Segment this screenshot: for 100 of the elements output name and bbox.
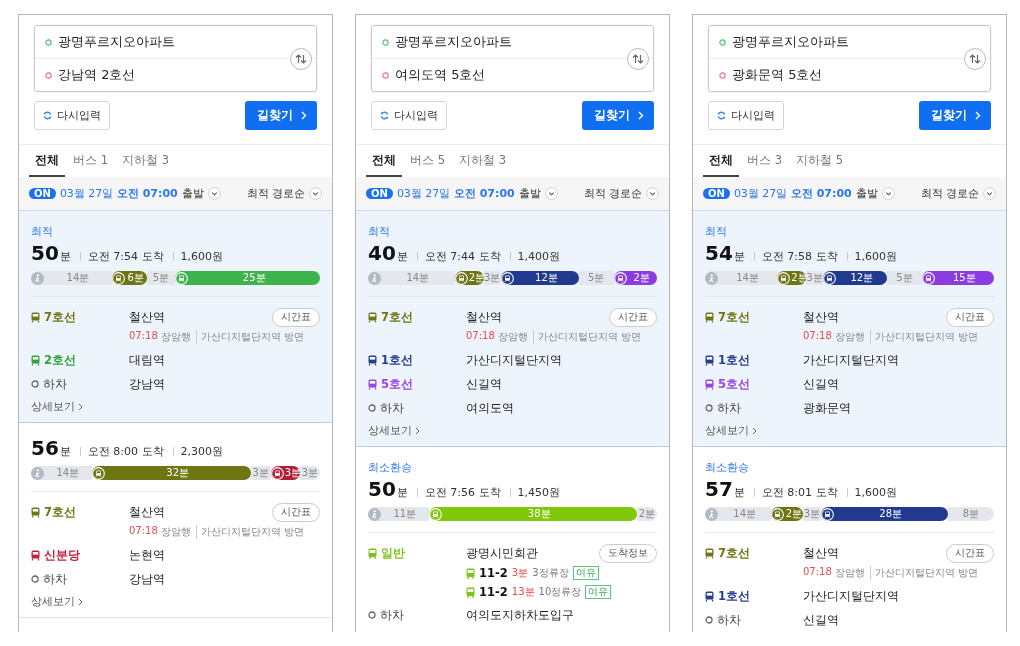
detail-link[interactable]: 상세보기 xyxy=(31,400,83,414)
detail-link[interactable]: 상세보기 xyxy=(368,424,420,438)
walking-person-icon xyxy=(368,271,381,285)
search-button[interactable]: 길찾기 xyxy=(919,101,991,130)
chevron-down-icon[interactable] xyxy=(881,187,895,200)
chevron-down-icon[interactable] xyxy=(983,187,996,200)
train-icon xyxy=(820,507,834,521)
route-card[interactable]: 최적 54 분 오전 7:58 도착 1,600원 14분 2분3분 12분 5분 15분 7호선 철산역 시간표 07:18 장암행 가산디지털단지역 방면 1호선 가산디지털단지역 5호선 신길역 하차 광화문역 상세보기 xyxy=(693,211,1006,447)
duration-label: 32분 xyxy=(165,466,190,480)
on-badge[interactable]: ON xyxy=(29,188,56,199)
tab[interactable]: 지하철 5 xyxy=(790,145,849,177)
departure-time: 07:18 xyxy=(803,566,832,579)
fare: 2,300원 xyxy=(172,447,224,456)
sort-label[interactable]: 최적 경로순 xyxy=(246,186,305,201)
departure-time[interactable]: 03월 27일 오전 07:00 xyxy=(733,186,852,201)
duration-label: 14분 xyxy=(65,271,91,285)
timetable-button[interactable]: 시간표 xyxy=(609,307,657,327)
duration-label: 3분 xyxy=(300,466,320,480)
tab[interactable]: 버스 5 xyxy=(404,145,451,177)
duration-label: 14분 xyxy=(55,466,81,480)
search-button[interactable]: 길찾기 xyxy=(245,101,317,130)
train-icon xyxy=(705,311,714,323)
origin-field[interactable]: 광명푸르지오아파트 xyxy=(395,33,512,51)
route-card[interactable]: 최소환승 50 분 오전 7:56 도착 1,450원 11분 38분 2분 일반 광명시민회관 도착정보 11-2 3분 3정류장 여유 11-2 13분 10정류장 여유 하차 여의도지하차도입구 xyxy=(356,447,669,632)
sort-label[interactable]: 최적 경로순 xyxy=(583,186,642,201)
swap-button[interactable] xyxy=(964,48,986,70)
fare: 1,600원 xyxy=(846,252,898,261)
swap-button[interactable] xyxy=(290,48,312,70)
departure-time[interactable]: 03월 27일 오전 07:00 xyxy=(396,186,515,201)
station-name: 신길역 xyxy=(466,376,502,392)
station-name: 가산디지털단지역 xyxy=(803,588,899,604)
departure-time[interactable]: 03월 27일 오전 07:00 xyxy=(59,186,178,201)
timetable-button[interactable]: 시간표 xyxy=(946,307,994,327)
route-card[interactable]: 최적 40 분 오전 7:44 도착 1,400원 14분 2분3분 12분 5분 2분 7호선 철산역 시간표 07:18 장암행 가산디지털단지역 방면 1호선 가산디지털단지역 5호선 신길역 하차 여의도역 상세보기 xyxy=(356,211,669,447)
arrival-time: 오전 7:44 도착 xyxy=(416,252,501,261)
train-icon xyxy=(823,271,837,285)
chevron-right-icon xyxy=(975,111,981,120)
line-label: 7호선 xyxy=(44,504,76,520)
train-icon xyxy=(31,311,40,323)
line-label: 7호선 xyxy=(381,309,413,325)
line-label: 7호선 xyxy=(44,309,76,325)
route-card[interactable]: 최적 50 분 오전 7:54 도착 1,600원 14분 6분 5분 25분 7호선 철산역 시간표 07:18 장암행 가산디지털단지역 방면 2호선 대림역 하차 강남역 상세보기 xyxy=(19,211,332,423)
detail-link[interactable]: 상세보기 xyxy=(31,595,83,609)
tab[interactable]: 지하철 3 xyxy=(453,145,512,177)
duration-value: 57 xyxy=(705,477,733,501)
route-card[interactable]: 56 분 오전 8:00 도착 2,300원 14분 32분 3분 3분3분 7호선 철산역 시간표 07:18 장암행 가산디지털단지역 방면 신분당 논현역 하차 강남역 상세보기 xyxy=(19,423,332,618)
train-icon xyxy=(613,271,627,285)
timetable-button[interactable]: 시간표 xyxy=(946,543,994,563)
route-card[interactable]: 최소환승 57 분 오전 8:01 도착 1,600원 14분 2분 3분 28분 8분 7호선 철산역 시간표 07:18 장암행 가산디지털단지역 방면 1호선 가산디지털단지역 하차 신길역 xyxy=(693,447,1006,632)
reset-button[interactable]: 다시입력 xyxy=(708,101,784,130)
duration-value: 56 xyxy=(31,436,59,460)
exit-label: 하차 xyxy=(380,400,404,416)
chevron-down-icon[interactable] xyxy=(544,187,558,200)
station-name: 여의도역 xyxy=(466,400,514,416)
route-tag: 최소환승 xyxy=(368,460,657,475)
search-button[interactable]: 길찾기 xyxy=(582,101,654,130)
stops-away: 10정류장 xyxy=(538,585,582,599)
on-badge[interactable]: ON xyxy=(366,188,393,199)
station-name: 철산역 xyxy=(466,309,502,325)
exit-label: 하차 xyxy=(717,400,741,416)
chevron-down-icon[interactable] xyxy=(646,187,659,200)
origin-dot-icon xyxy=(45,38,52,46)
timetable-button[interactable]: 시간표 xyxy=(272,502,320,522)
tab[interactable]: 버스 3 xyxy=(741,145,788,177)
duration-value: 50 xyxy=(31,241,59,265)
train-icon xyxy=(368,311,377,323)
line-label: 1호선 xyxy=(718,352,750,368)
duration-label: 12분 xyxy=(849,271,875,285)
detail-link[interactable]: 상세보기 xyxy=(705,424,757,438)
destination-field[interactable]: 광화문역 5호선 xyxy=(732,66,823,84)
bus-icon xyxy=(368,547,377,559)
exit-label: 하차 xyxy=(43,571,67,587)
duration-unit: 분 xyxy=(733,249,745,264)
train-icon xyxy=(428,507,442,521)
tab[interactable]: 지하철 3 xyxy=(116,145,175,177)
tab[interactable]: 버스 1 xyxy=(67,145,114,177)
circle-icon xyxy=(705,616,713,624)
sort-label[interactable]: 최적 경로순 xyxy=(920,186,979,201)
arrival-info-button[interactable]: 도착정보 xyxy=(599,543,657,563)
reset-button[interactable]: 다시입력 xyxy=(34,101,110,130)
on-badge[interactable]: ON xyxy=(703,188,730,199)
train-icon xyxy=(705,590,714,602)
destination-field[interactable]: 여의도역 5호선 xyxy=(395,66,486,84)
duration-unit: 분 xyxy=(59,444,71,459)
duration-label: 2분 xyxy=(467,271,486,285)
station-name: 철산역 xyxy=(129,309,165,325)
line-label: 1호선 xyxy=(718,588,750,604)
origin-field[interactable]: 광명푸르지오아파트 xyxy=(732,33,849,51)
destination-field[interactable]: 강남역 2호선 xyxy=(58,66,136,84)
crowding-badge: 여유 xyxy=(572,566,599,580)
reset-button[interactable]: 다시입력 xyxy=(371,101,447,130)
train-heading: 장암행 xyxy=(497,330,528,344)
fare: 1,450원 xyxy=(509,488,561,497)
origin-field[interactable]: 광명푸르지오아파트 xyxy=(58,33,175,51)
chevron-down-icon[interactable] xyxy=(309,187,322,200)
station-name: 논현역 xyxy=(129,547,165,563)
timetable-button[interactable]: 시간표 xyxy=(272,307,320,327)
line-label: 1호선 xyxy=(381,352,413,368)
swap-button[interactable] xyxy=(627,48,649,70)
chevron-down-icon[interactable] xyxy=(207,187,221,200)
